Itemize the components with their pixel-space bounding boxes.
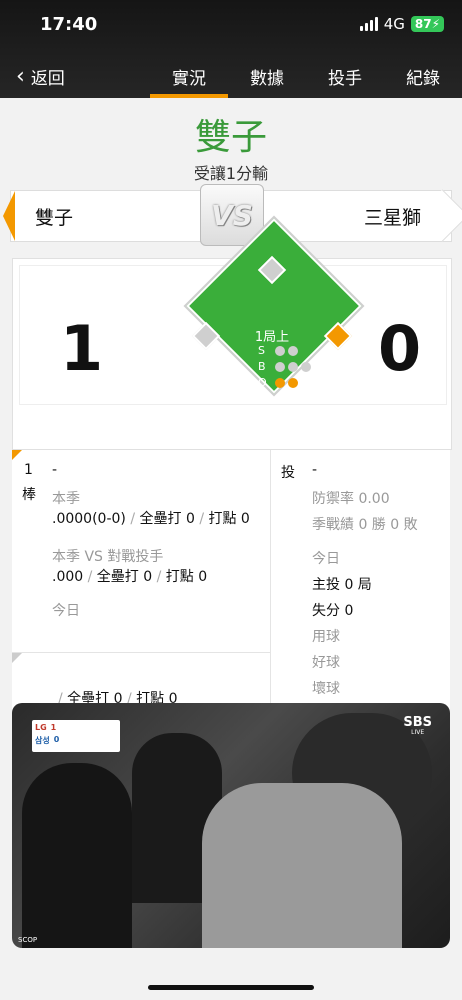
home-team-panel: 雙子 bbox=[3, 190, 217, 242]
out-label: O bbox=[258, 376, 267, 389]
batter-season-label: 本季 bbox=[52, 491, 80, 507]
ball-label: B bbox=[258, 360, 266, 373]
away-arrow-tip bbox=[416, 189, 462, 242]
scoreboard-inner: 1 0 1局上 S B O bbox=[19, 218, 447, 405]
pitcher-name: - bbox=[312, 462, 318, 478]
scoreboard: 1 0 1局上 S B O bbox=[12, 218, 452, 450]
tab-stats-label: 數據 bbox=[250, 69, 284, 89]
tab-records-label: 紀錄 bbox=[406, 69, 440, 89]
home-indicator[interactable] bbox=[148, 985, 314, 990]
status-time: 17:40 bbox=[40, 14, 98, 35]
chevron-left-icon: ‹ bbox=[16, 63, 25, 89]
broadcast-scorebug: LG 1 삼성 0 bbox=[32, 720, 120, 752]
network-type: 4G bbox=[383, 15, 405, 33]
divider bbox=[12, 652, 270, 653]
scorebug-score-1: 1 bbox=[50, 723, 57, 732]
batter-season-hr: 全壘打 0 bbox=[139, 511, 195, 527]
video-figure bbox=[202, 783, 402, 948]
ball-count: B bbox=[258, 360, 311, 373]
scorebug-row-2: 삼성 0 bbox=[35, 735, 59, 746]
batter-name: - bbox=[52, 462, 58, 478]
home-team-name: 雙子 bbox=[35, 207, 74, 229]
pitcher-record: 季戰績 0 勝 0 敗 bbox=[312, 517, 418, 533]
batter-vs-hr: 全壘打 0 bbox=[96, 569, 153, 585]
strike-count: S bbox=[258, 344, 298, 357]
pitcher-balls: 壞球 bbox=[312, 681, 340, 697]
batter-today-label: 今日 bbox=[52, 603, 80, 619]
player-stats: 1 棒 - 本季 .0000(0-0) / 全壘打 0 / 打點 0 本季 VS… bbox=[12, 450, 450, 710]
pitcher-panel: 投 - 防禦率 0.00 季戰績 0 勝 0 敗 今日 主投 0 局 失分 0 … bbox=[272, 450, 450, 710]
strike-dot bbox=[275, 345, 285, 356]
tab-stats[interactable]: 數據 bbox=[228, 64, 306, 98]
home-accent-marker bbox=[3, 191, 15, 241]
result-text: 受讓1分輸 bbox=[193, 164, 269, 183]
batter-season-avg: .0000(0-0) bbox=[52, 511, 126, 527]
away-team-name: 三星獅 bbox=[363, 207, 421, 229]
team-matchup-bar: 雙子 三星獅 VS bbox=[3, 184, 462, 246]
tab-bar: 實況 數據 投手 紀錄 bbox=[150, 64, 462, 98]
scorebug-score-2: 0 bbox=[53, 735, 60, 744]
out-count: O bbox=[258, 376, 298, 389]
pitcher-era: 防禦率 0.00 bbox=[312, 491, 390, 507]
video-figure bbox=[22, 763, 132, 948]
tab-pitchers[interactable]: 投手 bbox=[306, 64, 384, 98]
batter-season-stats: .0000(0-0) / 全壘打 0 / 打點 0 bbox=[52, 511, 250, 527]
broadcaster-logo: SBS LIVE bbox=[403, 716, 432, 738]
batter-vs-stats: .000 / 全壘打 0 / 打點 0 bbox=[52, 569, 208, 585]
inning-label: 1局上 bbox=[254, 330, 290, 345]
tab-pitchers-label: 投手 bbox=[328, 69, 362, 89]
out-dot bbox=[275, 377, 285, 388]
signal-icon bbox=[359, 17, 378, 31]
strike-label: S bbox=[258, 344, 265, 357]
batter-vs-rbi: 打點 0 bbox=[165, 569, 208, 585]
status-indicators: 4G 87⚡ bbox=[359, 15, 444, 33]
next-batter-corner-marker bbox=[12, 653, 22, 663]
ball-dot bbox=[288, 361, 298, 372]
top-bar: 17:40 4G 87⚡ ‹ 返回 實況 數據 投手 紀錄 bbox=[0, 0, 462, 98]
away-score: 0 bbox=[378, 312, 422, 385]
pitcher-today-label: 今日 bbox=[312, 551, 340, 567]
ball-dot bbox=[301, 361, 311, 372]
video-watermark: SCOP bbox=[18, 936, 38, 944]
out-dot bbox=[288, 377, 298, 388]
tab-live[interactable]: 實況 bbox=[150, 64, 228, 98]
home-score: 1 bbox=[60, 312, 104, 385]
batter-vs-avg: .000 bbox=[52, 569, 84, 585]
tab-records[interactable]: 紀錄 bbox=[384, 64, 462, 98]
batting-order: 1 bbox=[24, 462, 33, 478]
scorebug-team-1: LG bbox=[35, 723, 47, 732]
pitcher-strikes: 好球 bbox=[312, 655, 340, 671]
scorebug-team-2: 삼성 bbox=[35, 736, 50, 745]
batter-season-rbi: 打點 0 bbox=[208, 511, 250, 527]
batter-panel: 1 棒 - 本季 .0000(0-0) / 全壘打 0 / 打點 0 本季 VS… bbox=[12, 450, 271, 710]
ball-dot bbox=[275, 361, 285, 372]
battery-level: 87 bbox=[414, 17, 432, 31]
batter-corner-marker bbox=[12, 450, 22, 460]
back-label: 返回 bbox=[30, 69, 65, 89]
tab-live-label: 實況 bbox=[172, 69, 206, 89]
winner-team: 雙子 bbox=[194, 117, 267, 158]
back-button[interactable]: ‹ 返回 bbox=[16, 64, 65, 89]
battery-icon: 87⚡ bbox=[410, 16, 444, 32]
live-video-player[interactable]: LG 1 삼성 0 SBS LIVE SCOP bbox=[12, 703, 450, 948]
batting-order-label: 棒 bbox=[22, 487, 36, 503]
pitcher-innings: 主投 0 局 bbox=[312, 577, 372, 593]
scorebug-row-1: LG 1 bbox=[35, 723, 56, 732]
baseball-diamond: 1局上 S B O bbox=[186, 218, 362, 394]
batter-vs-label: 本季 VS 對戰投手 bbox=[52, 549, 164, 565]
pitcher-runs: 失分 0 bbox=[312, 603, 354, 619]
strike-dot bbox=[288, 345, 298, 356]
pitcher-pitches: 用球 bbox=[312, 629, 340, 645]
pitcher-role-label: 投 bbox=[281, 465, 295, 481]
